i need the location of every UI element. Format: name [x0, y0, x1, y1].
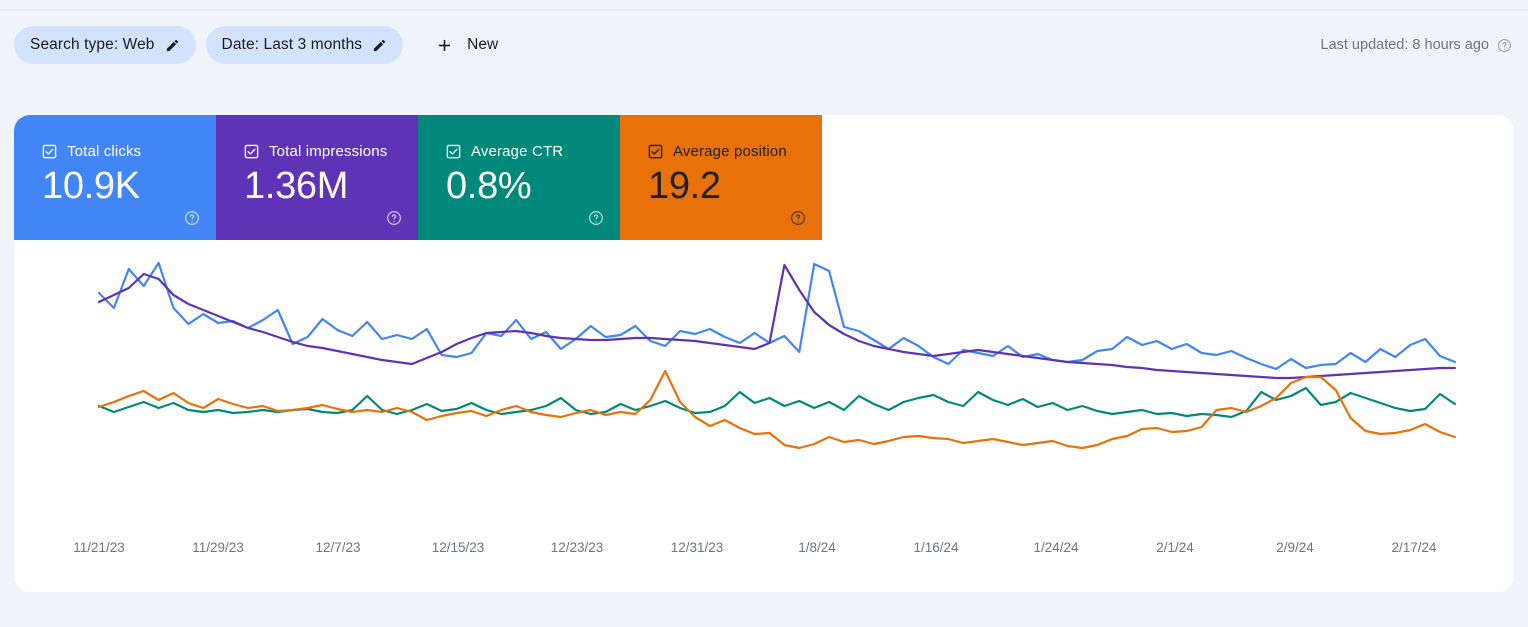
- metric-card-average_position[interactable]: Average position 19.2: [620, 115, 822, 240]
- metric-card-total_impressions[interactable]: Total impressions 1.36M: [216, 115, 418, 240]
- filter-chip-date-label: Date: Last 3 months: [221, 36, 363, 53]
- x-axis-tick-label: 2/1/24: [1156, 540, 1194, 555]
- last-updated-label: Last updated: 8 hours ago: [1320, 37, 1490, 53]
- metric-card-average_ctr[interactable]: Average CTR 0.8%: [418, 115, 620, 240]
- x-axis-tick-label: 1/8/24: [798, 540, 836, 555]
- pencil-icon[interactable]: [372, 38, 387, 53]
- chart-line-average-position: [97, 369, 1457, 450]
- checkbox-checked-icon[interactable]: [446, 144, 461, 159]
- help-icon[interactable]: [588, 210, 604, 226]
- metric-card-label: Average CTR: [471, 143, 564, 160]
- top-divider: [0, 9, 1528, 10]
- metric-card-value: 1.36M: [244, 165, 349, 207]
- metric-card-value: 10.9K: [42, 165, 140, 207]
- new-filter-button[interactable]: New: [425, 26, 508, 64]
- help-icon[interactable]: [790, 210, 806, 226]
- chart-series-group: [97, 261, 1457, 450]
- checkbox-checked-icon[interactable]: [42, 144, 57, 159]
- metric-card-header: Average CTR: [446, 143, 620, 160]
- x-axis-tick-label: 12/23/23: [550, 540, 604, 555]
- metric-card-header: Total clicks: [42, 143, 216, 160]
- metric-cards: Total clicks 10.9K Total impressions 1.36M A…: [14, 115, 822, 240]
- metric-card-label: Average position: [673, 143, 787, 160]
- search-performance-page: Search type: Web Date: Last 3 months New…: [0, 0, 1528, 627]
- metric-card-value: 0.8%: [446, 165, 532, 207]
- filter-chip-date[interactable]: Date: Last 3 months: [205, 26, 404, 64]
- new-filter-label: New: [467, 36, 499, 53]
- x-axis-tick-label: 2/9/24: [1276, 540, 1314, 555]
- x-axis-tick-label: 12/15/23: [431, 540, 485, 555]
- filter-bar: Search type: Web Date: Last 3 months New…: [0, 22, 1528, 68]
- help-icon[interactable]: [184, 210, 200, 226]
- metric-card-header: Average position: [648, 143, 822, 160]
- chart-line-total-clicks: [97, 261, 1457, 371]
- metric-card-header: Total impressions: [244, 143, 418, 160]
- filter-chip-search-type-label: Search type: Web: [30, 36, 155, 53]
- x-axis-tick-label: 12/7/23: [315, 540, 361, 555]
- help-icon[interactable]: [1497, 38, 1512, 53]
- metric-card-total_clicks[interactable]: Total clicks 10.9K: [14, 115, 216, 240]
- metric-card-label: Total impressions: [269, 143, 388, 160]
- x-axis-tick-label: 11/29/23: [192, 540, 244, 555]
- checkbox-checked-icon[interactable]: [244, 144, 259, 159]
- x-axis-tick-label: 1/16/24: [913, 540, 959, 555]
- x-axis-tick-label: 1/24/24: [1033, 540, 1079, 555]
- metric-card-label: Total clicks: [67, 143, 142, 160]
- plus-icon: [439, 39, 451, 51]
- help-icon[interactable]: [386, 210, 402, 226]
- chart-line-average-ctr: [97, 386, 1457, 419]
- filter-chip-search-type[interactable]: Search type: Web: [14, 26, 196, 64]
- checkbox-checked-icon[interactable]: [648, 144, 663, 159]
- x-axis-tick-label: 12/31/23: [670, 540, 724, 555]
- metric-card-value: 19.2: [648, 165, 721, 207]
- performance-panel: Total clicks 10.9K Total impressions 1.36M A…: [14, 115, 1514, 592]
- chart-x-axis: 11/21/23 11/29/23 12/7/23 12/15/23 12/23/23 1…: [14, 540, 1514, 564]
- x-axis-tick-label: 2/17/24: [1391, 540, 1437, 555]
- pencil-icon[interactable]: [165, 38, 180, 53]
- x-axis-tick-label: 11/21/23: [73, 540, 125, 555]
- last-updated: Last updated: 8 hours ago: [1321, 37, 1513, 53]
